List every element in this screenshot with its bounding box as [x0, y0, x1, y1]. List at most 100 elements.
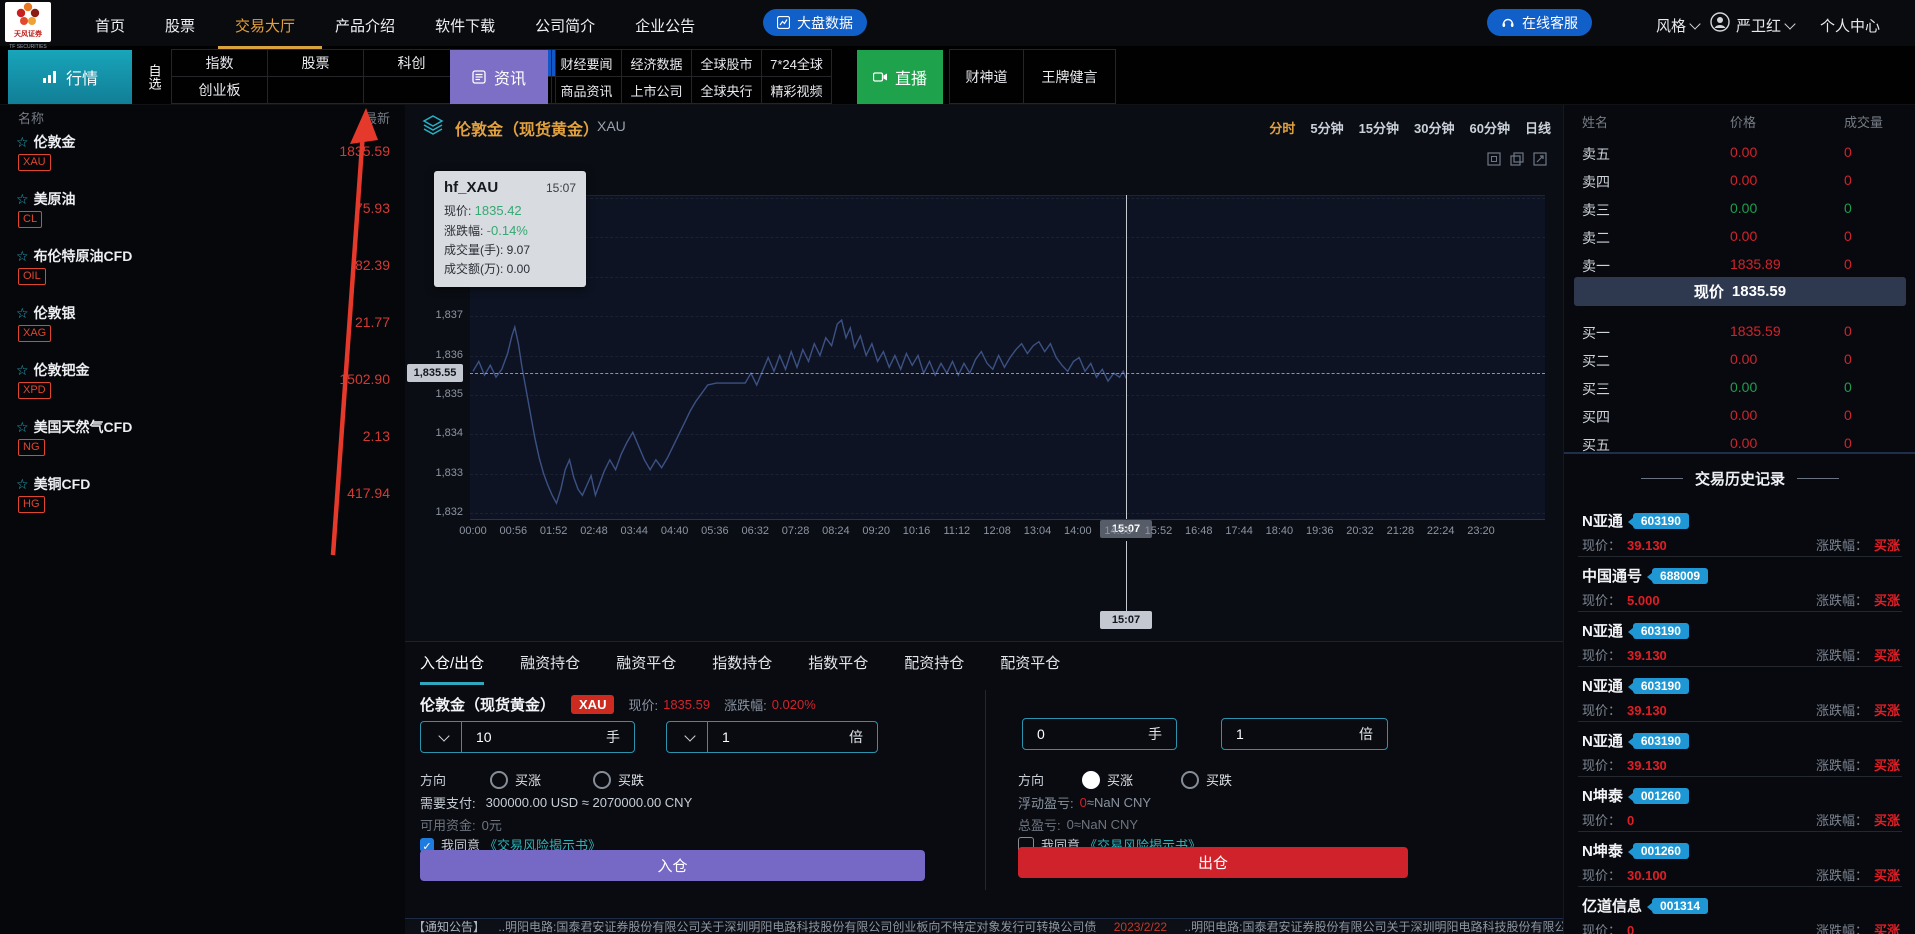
trade-tab-6[interactable]: 配资平仓 [1000, 652, 1060, 685]
market-data-button[interactable]: 大盘数据 [763, 9, 867, 36]
close-buy-up-radio[interactable] [1082, 771, 1100, 789]
trade-tab-0[interactable]: 入仓/出仓 [420, 652, 484, 685]
watchlist-item[interactable]: ☆美国天然气CFDNG2.13 [0, 415, 405, 472]
tab-finance-news[interactable]: 财经要闻 [551, 49, 622, 77]
chart-panel: 伦敦金（现货黄金） XAU 分时5分钟15分钟30分钟60分钟日线 1,835. [405, 104, 1563, 641]
history-item[interactable]: 亿道信息001314现价：0涨跌幅：买涨 [1564, 889, 1915, 934]
trade-tab-2[interactable]: 融资平仓 [616, 652, 676, 685]
interval-1[interactable]: 5分钟 [1310, 118, 1343, 137]
restore-view-icon[interactable] [1510, 152, 1524, 166]
style-dropdown[interactable]: 风格 [1656, 15, 1699, 36]
bid-row[interactable]: 买四0.000 [1564, 407, 1915, 427]
tab-listed-companies[interactable]: 上市公司 [621, 76, 692, 104]
history-item[interactable]: N亚通603190现价：39.130涨跌幅：买涨 [1564, 669, 1915, 724]
zoom-box-icon[interactable] [1487, 152, 1501, 166]
history-item[interactable]: 中国通号688009现价：5.000涨跌幅：买涨 [1564, 559, 1915, 614]
open-buy-down-radio[interactable] [593, 771, 611, 789]
topnav-item-3[interactable]: 产品介绍 [335, 15, 395, 36]
quotes-button[interactable]: 行情 [8, 50, 132, 104]
open-buy-up-label: 买涨 [515, 770, 541, 789]
history-change-label: 涨跌幅： [1816, 868, 1868, 883]
interval-0[interactable]: 分时 [1269, 118, 1295, 137]
news-button[interactable]: 资讯 [450, 50, 548, 104]
bid-row[interactable]: 买一1835.590 [1564, 323, 1915, 343]
tab-724-global[interactable]: 7*24全球 [761, 49, 832, 77]
topnav-item-0[interactable]: 首页 [95, 15, 125, 36]
watchlist-item[interactable]: ☆美原油CL75.93 [0, 187, 405, 244]
bid-row[interactable]: 买二0.000 [1564, 351, 1915, 371]
watchlist-item[interactable]: ☆布伦特原油CFDOIL82.39 [0, 244, 405, 301]
interval-5[interactable]: 日线 [1525, 118, 1551, 137]
online-service-button[interactable]: 在线客服 [1487, 9, 1592, 36]
trade-tab-3[interactable]: 指数持仓 [712, 652, 772, 685]
live-button[interactable]: 直播 [857, 50, 943, 104]
close-position-button[interactable]: 出仓 [1018, 847, 1408, 878]
watchlist-item[interactable]: ☆伦敦金XAU1835.59 [0, 130, 405, 187]
watchlist-item[interactable]: ☆伦敦银XAG21.77 [0, 301, 405, 358]
topnav-item-5[interactable]: 公司简介 [535, 15, 595, 36]
trade-tab-5[interactable]: 配资持仓 [904, 652, 964, 685]
tab-caishendao[interactable]: 财神道 [949, 49, 1024, 104]
close-buy-down-radio[interactable] [1181, 771, 1199, 789]
bid-row[interactable]: 买三0.000 [1564, 379, 1915, 399]
personal-center-link[interactable]: 个人中心 [1820, 15, 1880, 36]
close-quantity-input[interactable]: 0 手 [1022, 718, 1177, 750]
avatar[interactable] [1710, 12, 1730, 37]
open-buy-up-radio[interactable] [490, 771, 508, 789]
quantity-dropdown[interactable] [421, 722, 462, 752]
open-position-button[interactable]: 入仓 [420, 850, 925, 881]
tab-index[interactable]: 指数 [171, 49, 268, 77]
open-leverage-input[interactable]: 1 倍 [666, 721, 878, 753]
topnav-item-6[interactable]: 企业公告 [635, 15, 695, 36]
history-item[interactable]: N亚通603190现价：39.130涨跌幅：买涨 [1564, 614, 1915, 669]
star-icon[interactable]: ☆ [16, 362, 29, 379]
ob-col-price: 价格 [1730, 112, 1756, 131]
interval-3[interactable]: 30分钟 [1414, 118, 1454, 137]
ask-row[interactable]: 卖三0.000 [1564, 200, 1915, 220]
star-icon[interactable]: ☆ [16, 305, 29, 322]
tab-star-market[interactable]: 科创 [363, 49, 460, 77]
ask-row[interactable]: 卖五0.000 [1564, 144, 1915, 164]
tab-global-stocks[interactable]: 全球股市 [691, 49, 762, 77]
star-icon[interactable]: ☆ [16, 476, 29, 493]
ask-row[interactable]: 卖二0.000 [1564, 228, 1915, 248]
history-item[interactable]: N坤泰001260现价：30.100涨跌幅：买涨 [1564, 834, 1915, 889]
ask-row[interactable]: 卖四0.000 [1564, 172, 1915, 192]
watchlist-item[interactable]: ☆美铜CFDHG417.94 [0, 472, 405, 529]
trade-price-label: 现价: [628, 695, 658, 714]
close-quantity-unit: 手 [1148, 724, 1162, 744]
watchlist-item[interactable]: ☆伦敦钯金XPD1502.90 [0, 358, 405, 415]
brand-logo[interactable]: 天风证券 [5, 2, 51, 42]
interval-4[interactable]: 60分钟 [1470, 118, 1510, 137]
interval-2[interactable]: 15分钟 [1359, 118, 1399, 137]
topnav-item-1[interactable]: 股票 [165, 15, 195, 36]
topnav-item-2[interactable]: 交易大厅 [235, 15, 295, 36]
instrument-price: 2.13 [363, 428, 390, 444]
star-icon[interactable]: ☆ [16, 191, 29, 208]
ask-row[interactable]: 卖一1835.890 [1564, 256, 1915, 276]
tab-economic-data[interactable]: 经济数据 [621, 49, 692, 77]
trade-tab-4[interactable]: 指数平仓 [808, 652, 868, 685]
trade-tab-1[interactable]: 融资持仓 [520, 652, 580, 685]
tab-central-banks[interactable]: 全球央行 [691, 76, 762, 104]
tab-chinext[interactable]: 创业板 [171, 76, 268, 104]
star-icon[interactable]: ☆ [16, 248, 29, 265]
history-item[interactable]: N坤泰001260现价：0涨跌幅：买涨 [1564, 779, 1915, 834]
star-icon[interactable]: ☆ [16, 419, 29, 436]
username-menu[interactable]: 严卫红 [1736, 15, 1794, 36]
topnav-item-4[interactable]: 软件下载 [435, 15, 495, 36]
history-item[interactable]: N亚通603190现价：39.130涨跌幅：买涨 [1564, 504, 1915, 559]
expand-icon[interactable] [1533, 152, 1547, 166]
open-quantity-input[interactable]: 10 手 [420, 721, 635, 753]
close-leverage-input[interactable]: 1 倍 [1221, 718, 1388, 750]
star-icon[interactable]: ☆ [16, 134, 29, 151]
history-stock-name: 中国通号 [1582, 565, 1642, 586]
leverage-dropdown[interactable] [667, 722, 708, 752]
history-price-value: 0 [1627, 923, 1634, 934]
tab-stock[interactable]: 股票 [267, 49, 364, 77]
history-item[interactable]: N亚通603190现价：39.130涨跌幅：买涨 [1564, 724, 1915, 779]
tab-commodity-news[interactable]: 商品资讯 [551, 76, 622, 104]
tab-watchlist[interactable]: 自选 [140, 50, 168, 104]
tab-videos[interactable]: 精彩视频 [761, 76, 832, 104]
tab-wangpai[interactable]: 王牌健言 [1023, 49, 1116, 104]
